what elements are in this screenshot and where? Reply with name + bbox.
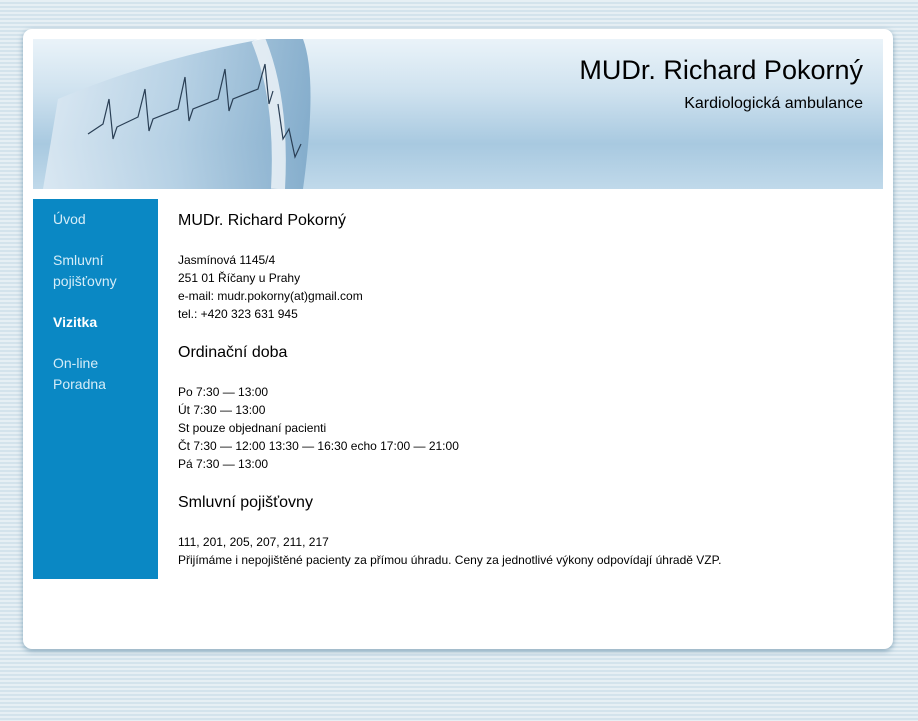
nav-item-uvod[interactable]: Úvod — [53, 209, 158, 230]
nav-item-online-poradna[interactable]: On-line Poradna — [53, 353, 123, 395]
main-content: MUDr. Richard Pokorný Jasmínová 1145/4 2… — [178, 211, 868, 589]
hours-monday: Po 7:30 — 13:00 — [178, 385, 269, 399]
hours-block: Po 7:30 — 13:00 Út 7:30 — 13:00 St pouze… — [178, 383, 868, 473]
site-title: MUDr. Richard Pokorný — [579, 55, 863, 85]
hours-friday: Pá 7:30 — 13:00 — [178, 457, 269, 471]
address-block: Jasmínová 1145/4 251 01 Říčany u Prahy e… — [178, 251, 868, 323]
header-banner: MUDr. Richard Pokorný Kardiologická ambu… — [33, 39, 883, 189]
insurance-codes: 111, 201, 205, 207, 211, 217 — [178, 535, 329, 549]
insurance-note: Přijímáme i nepojištěné pacienty za přím… — [178, 553, 722, 567]
nav-item-vizitka[interactable]: Vizitka — [53, 312, 158, 333]
address-email: e-mail: mudr.pokorny(at)gmail.com — [178, 289, 363, 303]
hours-heading: Ordinační doba — [178, 344, 288, 361]
insurance-block: 111, 201, 205, 207, 211, 217 Přijímáme i… — [178, 533, 868, 569]
address-phone: tel.: +420 323 631 945 — [178, 307, 298, 321]
page-container: MUDr. Richard Pokorný Kardiologická ambu… — [23, 29, 893, 649]
sidebar-nav: Úvod Smluvní pojišťovny Vizitka On-line … — [33, 199, 158, 579]
address-street: Jasmínová 1145/4 — [178, 253, 276, 267]
ecg-strip-image — [43, 39, 311, 189]
hours-thursday: Čt 7:30 — 12:00 13:30 — 16:30 echo 17:00… — [178, 439, 459, 453]
hours-wednesday: St pouze objednaní pacienti — [178, 421, 327, 435]
site-subtitle: Kardiologická ambulance — [684, 95, 863, 112]
contact-heading: MUDr. Richard Pokorný — [178, 212, 347, 229]
nav-item-smluvni-pojistovny[interactable]: Smluvní pojišťovny — [53, 250, 133, 292]
insurance-heading: Smluvní pojišťovny — [178, 494, 313, 511]
address-city: 251 01 Říčany u Prahy — [178, 271, 301, 285]
hours-tuesday: Út 7:30 — 13:00 — [178, 403, 266, 417]
